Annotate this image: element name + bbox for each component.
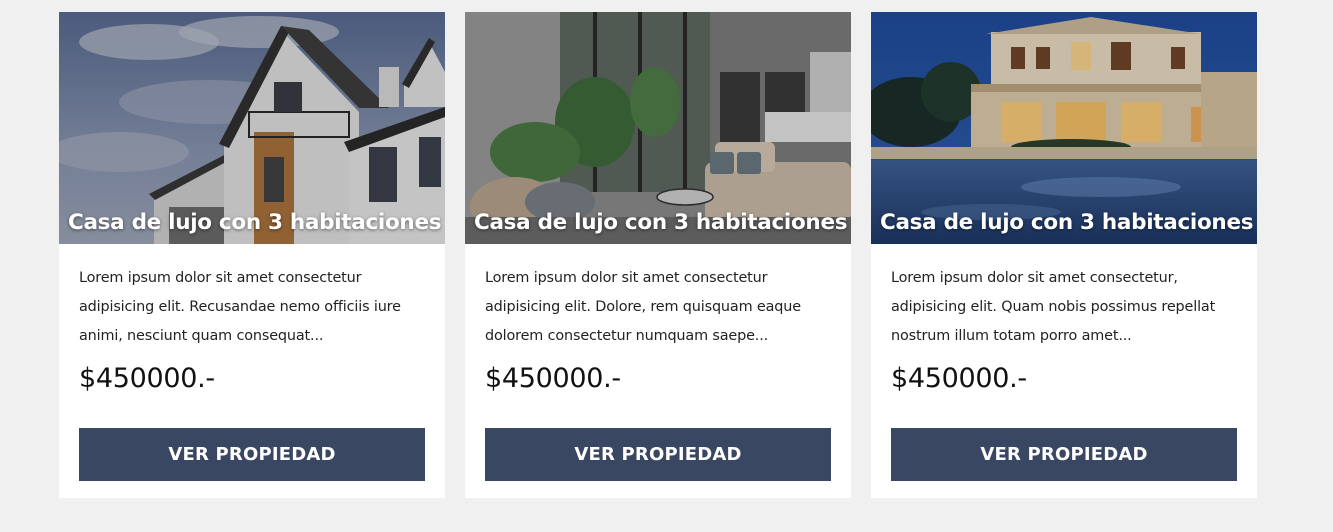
view-property-button[interactable]: VER PROPIEDAD	[891, 428, 1237, 481]
property-card-grid: Casa de lujo con 3 habitaciones Lorem ip…	[59, 12, 1257, 498]
property-card: Casa de lujo con 3 habitaciones Lorem ip…	[871, 12, 1257, 498]
property-image-house-exterior[interactable]: Casa de lujo con 3 habitaciones	[59, 12, 445, 244]
property-card-body: Lorem ipsum dolor sit amet consectetur a…	[59, 244, 445, 498]
view-property-button[interactable]: VER PROPIEDAD	[485, 428, 831, 481]
property-description: Lorem ipsum dolor sit amet consectetur, …	[891, 270, 1216, 344]
property-price: $450000.-	[485, 363, 621, 394]
property-title: Casa de lujo con 3 habitaciones	[474, 210, 848, 235]
view-property-button[interactable]: VER PROPIEDAD	[79, 428, 425, 481]
property-image-living-room[interactable]: Casa de lujo con 3 habitaciones	[465, 12, 851, 244]
property-image-villa-pool[interactable]: Casa de lujo con 3 habitaciones	[871, 12, 1257, 244]
property-price: $450000.-	[79, 363, 215, 394]
property-card: Casa de lujo con 3 habitaciones Lorem ip…	[465, 12, 851, 498]
property-title: Casa de lujo con 3 habitaciones	[68, 210, 442, 235]
property-description: Lorem ipsum dolor sit amet consectetur a…	[79, 270, 401, 344]
property-price: $450000.-	[891, 363, 1027, 394]
property-card: Casa de lujo con 3 habitaciones Lorem ip…	[59, 12, 445, 498]
property-card-body: Lorem ipsum dolor sit amet consectetur a…	[465, 244, 851, 498]
property-card-body: Lorem ipsum dolor sit amet consectetur, …	[871, 244, 1257, 498]
property-title: Casa de lujo con 3 habitaciones	[880, 210, 1254, 235]
property-description: Lorem ipsum dolor sit amet consectetur a…	[485, 270, 801, 344]
